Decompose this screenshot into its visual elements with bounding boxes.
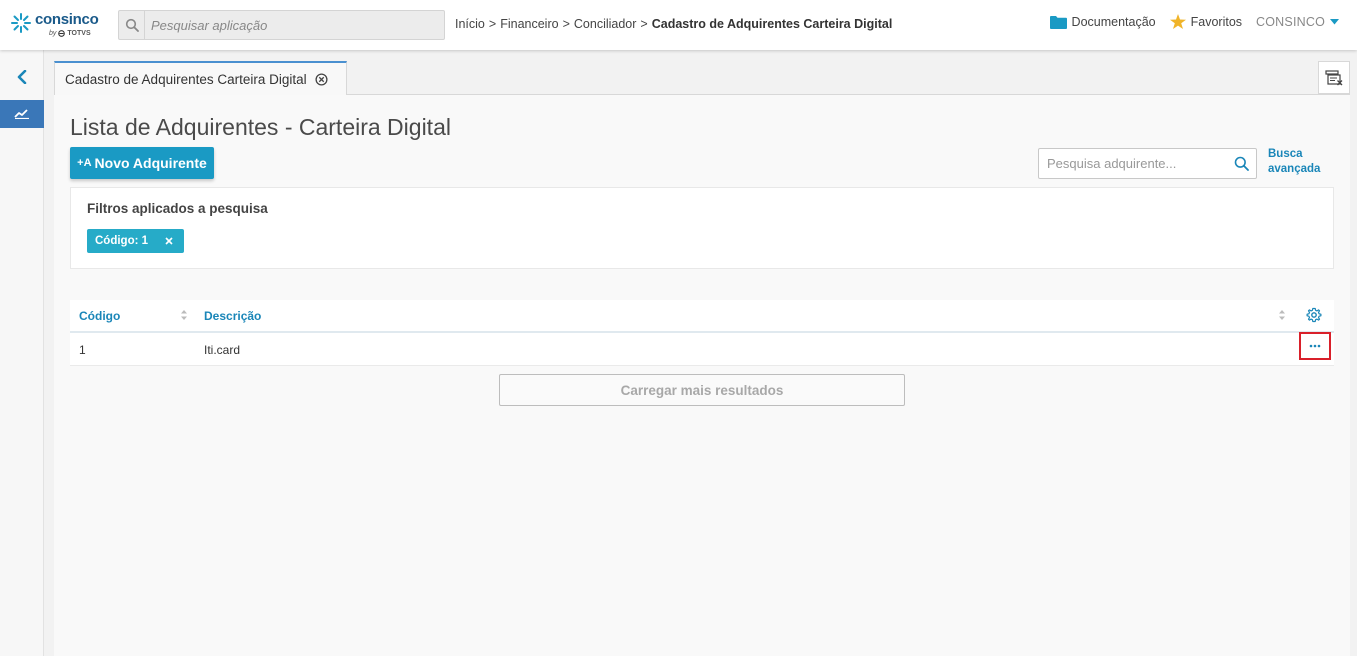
app-search-input[interactable] [145, 11, 444, 39]
trend-chart-icon [14, 109, 29, 119]
breadcrumb-item-financeiro[interactable]: Financeiro [500, 17, 558, 31]
breadcrumb-item-inicio[interactable]: Início [455, 17, 485, 31]
row-actions-button[interactable] [1299, 332, 1331, 360]
filter-chip-codigo: Código: 1 [87, 229, 184, 253]
consinco-logo-icon [11, 13, 31, 33]
user-menu[interactable]: CONSINCO [1256, 15, 1339, 29]
brand-name: consinco [35, 11, 99, 28]
chevron-left-icon [17, 70, 27, 84]
favorites-label: Favoritos [1190, 14, 1243, 29]
documentation-label: Documentação [1071, 14, 1156, 29]
acquirers-table: Código Descrição 1 Iti.card [70, 300, 1334, 366]
close-icon [165, 237, 173, 245]
breadcrumb-separator: > [488, 17, 497, 31]
table-row[interactable]: 1 Iti.card [70, 332, 1334, 366]
breadcrumb-item-conciliador[interactable]: Conciliador [574, 17, 637, 31]
advanced-search-line2: avançada [1268, 163, 1321, 175]
user-name: CONSINCO [1256, 14, 1325, 29]
sort-icon[interactable] [1278, 309, 1286, 321]
top-header: consinco by TOTVS Início>Financeiro>Conc… [0, 0, 1357, 50]
documentation-link[interactable]: Documentação [1049, 14, 1156, 29]
cell-codigo: 1 [79, 343, 86, 357]
totvs-icon [58, 30, 66, 37]
breadcrumb-separator: > [562, 17, 570, 31]
tab-label: Cadastro de Adquirentes Carteira Digital [65, 71, 307, 87]
star-icon [1169, 14, 1186, 29]
filter-chip-label: Código: 1 [95, 235, 149, 247]
brand-by-line: by TOTVS [49, 30, 91, 37]
folder-icon [1049, 15, 1067, 29]
close-tabs-icon [1325, 69, 1343, 85]
advanced-search-link[interactable]: Busca avançada [1268, 147, 1328, 177]
caret-down-icon [1330, 18, 1339, 24]
sort-icon[interactable] [180, 309, 188, 321]
header-actions: Documentação Favoritos CONSINCO [1049, 14, 1339, 29]
column-header-descricao[interactable]: Descrição [204, 309, 261, 323]
breadcrumb-item-current: Cadastro de Adquirentes Carteira Digital [651, 17, 893, 31]
close-circle-icon[interactable] [315, 72, 328, 86]
sidebar-item-financeiro[interactable] [0, 100, 44, 128]
consinco-logo[interactable]: consinco by TOTVS [10, 9, 100, 41]
table-header: Código Descrição [70, 300, 1334, 333]
favorites-link[interactable]: Favoritos [1169, 14, 1243, 29]
tab-cadastro-adquirentes[interactable]: Cadastro de Adquirentes Carteira Digital [54, 61, 347, 95]
breadcrumb-separator: > [640, 17, 648, 31]
filters-title: Filtros aplicados a pesquisa [87, 201, 268, 216]
sidebar-collapse-button[interactable] [0, 64, 44, 90]
new-acquirer-prefix: +A [77, 157, 92, 169]
close-all-tabs-button[interactable] [1318, 61, 1350, 94]
brand-by: by [49, 30, 57, 37]
applied-filters-panel: Filtros aplicados a pesquisa Código: 1 [70, 187, 1334, 269]
tab-bar: Cadastro de Adquirentes Carteira Digital [54, 61, 1350, 95]
search-icon[interactable] [1226, 156, 1256, 171]
left-sidebar [0, 50, 44, 656]
acquirer-search-input[interactable] [1039, 149, 1226, 178]
brand-company: TOTVS [67, 30, 91, 37]
breadcrumb: Início > Financeiro > Conciliador > Cadastro d… [455, 17, 892, 31]
new-acquirer-label: Novo Adquirente [94, 155, 207, 171]
gear-icon[interactable] [1306, 307, 1322, 323]
cell-descricao: Iti.card [204, 343, 241, 357]
column-header-codigo[interactable]: Código [79, 309, 120, 323]
search-icon[interactable] [119, 11, 145, 39]
main-content: Lista de Adquirentes - Carteira Digital … [54, 95, 1350, 656]
more-horizontal-icon [1309, 344, 1321, 348]
page-title: Lista de Adquirentes - Carteira Digital [70, 114, 451, 140]
acquirer-search-box [1038, 148, 1257, 179]
advanced-search-line1: Busca [1268, 148, 1303, 160]
load-more-button[interactable]: Carregar mais resultados [499, 374, 905, 406]
app-search-box [118, 10, 445, 40]
new-acquirer-button[interactable]: +A Novo Adquirente [70, 147, 214, 179]
remove-filter-button[interactable] [162, 234, 176, 248]
